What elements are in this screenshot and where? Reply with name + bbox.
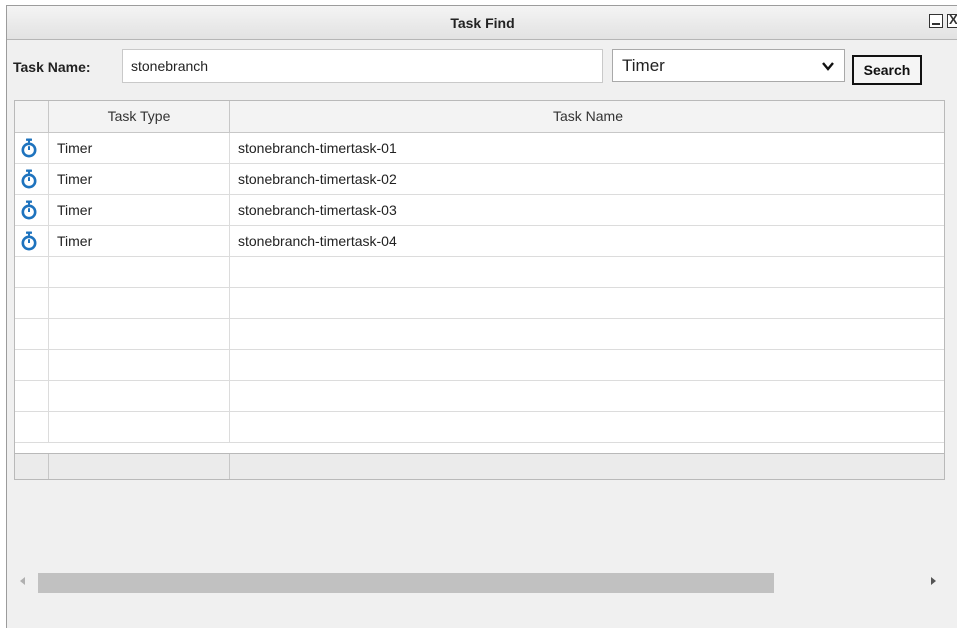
empty-table-row bbox=[15, 412, 944, 443]
minimize-icon[interactable] bbox=[929, 14, 943, 28]
timer-icon bbox=[15, 195, 49, 225]
task-name-label: Task Name: bbox=[13, 59, 91, 75]
table-row[interactable]: Timer stonebranch-timertask-04 bbox=[15, 226, 944, 257]
empty-cell bbox=[49, 319, 230, 349]
search-button[interactable]: Search bbox=[852, 55, 922, 85]
empty-cell bbox=[49, 412, 230, 442]
column-header-task-name[interactable]: Task Name bbox=[230, 101, 944, 132]
column-header-icon[interactable] bbox=[15, 101, 49, 132]
table-row[interactable]: Timer stonebranch-timertask-03 bbox=[15, 195, 944, 226]
empty-cell bbox=[230, 288, 944, 318]
empty-table-row bbox=[15, 257, 944, 288]
empty-cell bbox=[49, 381, 230, 411]
timer-icon bbox=[15, 164, 49, 194]
empty-cell bbox=[49, 288, 230, 318]
grid-footer bbox=[15, 453, 944, 479]
task-name-cell: stonebranch-timertask-04 bbox=[238, 233, 397, 249]
horizontal-scrollbar[interactable] bbox=[14, 568, 945, 594]
empty-cell bbox=[230, 412, 944, 442]
scroll-left-arrow-icon[interactable] bbox=[18, 576, 28, 586]
column-header-task-type[interactable]: Task Type bbox=[49, 101, 230, 132]
empty-cell bbox=[49, 350, 230, 380]
grid-header: Task Type Task Name bbox=[15, 101, 944, 133]
footer-cell bbox=[49, 454, 230, 479]
empty-cell bbox=[230, 350, 944, 380]
empty-cell bbox=[230, 257, 944, 287]
window-title: Task Find bbox=[450, 15, 515, 31]
empty-cell bbox=[15, 350, 49, 380]
empty-table-row bbox=[15, 319, 944, 350]
scroll-right-arrow-icon[interactable] bbox=[928, 576, 938, 586]
task-name-cell: stonebranch-timertask-01 bbox=[238, 140, 397, 156]
task-name-cell: stonebranch-timertask-03 bbox=[238, 202, 397, 218]
close-icon[interactable]: X bbox=[947, 12, 957, 28]
table-row[interactable]: Timer stonebranch-timertask-02 bbox=[15, 164, 944, 195]
title-bar[interactable]: Task Find X bbox=[7, 6, 957, 40]
task-name-input[interactable] bbox=[122, 49, 603, 83]
empty-cell bbox=[230, 319, 944, 349]
empty-cell bbox=[15, 412, 49, 442]
scrollbar-thumb[interactable] bbox=[38, 573, 774, 593]
empty-cell bbox=[230, 381, 944, 411]
table-row[interactable]: Timer stonebranch-timertask-01 bbox=[15, 133, 944, 164]
empty-table-row bbox=[15, 288, 944, 319]
task-type-select[interactable]: Timer bbox=[612, 49, 845, 82]
empty-table-row bbox=[15, 350, 944, 381]
task-type-cell: Timer bbox=[49, 195, 230, 225]
timer-icon bbox=[15, 133, 49, 163]
task-results-grid: Task Type Task Name Timer stonebranch-tim… bbox=[14, 100, 945, 480]
empty-table-row bbox=[15, 381, 944, 412]
empty-cell bbox=[15, 257, 49, 287]
empty-cell bbox=[49, 257, 230, 287]
footer-cell bbox=[15, 454, 49, 479]
task-type-selected-value: Timer bbox=[622, 56, 665, 75]
empty-cell bbox=[15, 288, 49, 318]
empty-cell bbox=[15, 319, 49, 349]
empty-cell bbox=[15, 381, 49, 411]
timer-icon bbox=[15, 226, 49, 256]
task-type-cell: Timer bbox=[49, 164, 230, 194]
task-type-cell: Timer bbox=[49, 226, 230, 256]
task-name-cell: stonebranch-timertask-02 bbox=[238, 171, 397, 187]
chevron-down-icon bbox=[822, 62, 834, 71]
task-type-cell: Timer bbox=[49, 133, 230, 163]
